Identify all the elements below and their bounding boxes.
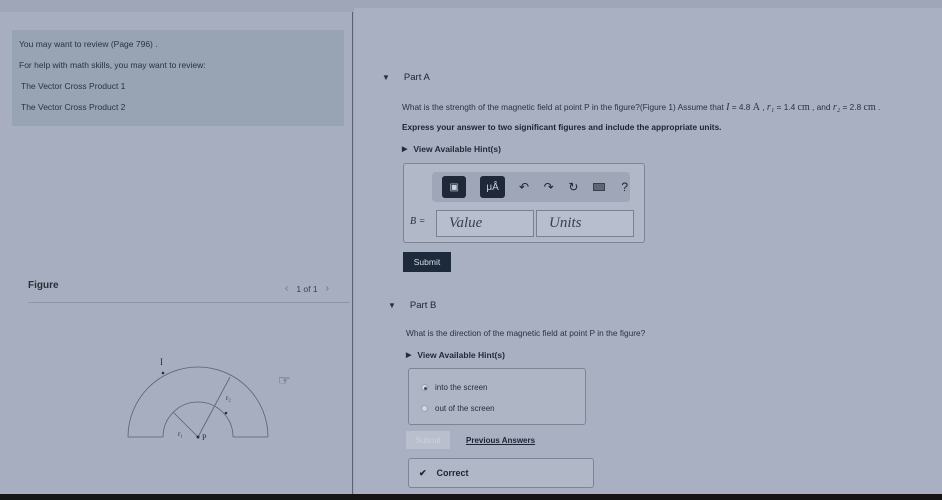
- option-out-of-screen[interactable]: out of the screen: [421, 404, 495, 413]
- help-icon[interactable]: ?: [619, 180, 630, 194]
- label-p: P: [202, 433, 207, 442]
- chevron-left-icon[interactable]: ‹: [285, 283, 288, 294]
- link-vector-cross-product-1[interactable]: The Vector Cross Product 1: [19, 80, 337, 101]
- label-current: I: [160, 357, 163, 367]
- part-a-instruction: Express your answer to two significant f…: [402, 122, 722, 132]
- math-help-text: For help with math skills, you may want …: [19, 60, 206, 70]
- current-arrow-outer: [161, 371, 165, 375]
- part-a-title: Part A: [403, 72, 430, 83]
- current-arrow-inner: [224, 411, 228, 415]
- part-a-header[interactable]: ▼ Part A: [382, 72, 430, 83]
- hint-label: View Available Hint(s): [417, 350, 505, 360]
- figure-divider: [28, 302, 350, 303]
- redo-icon[interactable]: ↷: [543, 180, 554, 194]
- right-panel: ▼ Part A What is the strength of the mag…: [354, 8, 942, 494]
- pager-count: 1 of 1: [296, 283, 318, 294]
- review-page-text: You may want to review (Page 796) .: [19, 39, 158, 49]
- link-vector-cross-product-2[interactable]: The Vector Cross Product 2: [19, 101, 337, 122]
- hand-cursor-icon: ☞: [278, 372, 291, 388]
- question-text: What is the strength of the magnetic fie…: [402, 102, 727, 112]
- caret-down-icon: ▼: [388, 301, 396, 310]
- val-r1: = 1.4: [774, 102, 798, 112]
- label-r1: r₁: [178, 430, 183, 438]
- r2-line: [197, 376, 231, 438]
- part-b-title: Part B: [409, 300, 437, 311]
- part-b-header[interactable]: ▼ Part B: [388, 300, 436, 311]
- units-button[interactable]: μÅ: [480, 176, 505, 198]
- val-i: = 4.8: [729, 102, 753, 112]
- part-a-hint-toggle[interactable]: ▶ View Available Hint(s): [402, 144, 501, 154]
- caret-right-icon: ▶: [402, 146, 408, 153]
- screen-bezel-bottom: [0, 494, 942, 500]
- unit-a: A: [752, 102, 760, 113]
- value-input[interactable]: Value: [436, 210, 534, 237]
- point-p: [196, 435, 200, 439]
- figure-pager: ‹ 1 of 1 ›: [285, 283, 329, 294]
- option-into-screen[interactable]: into the screen: [421, 383, 487, 392]
- inner-arc: [162, 401, 234, 438]
- part-a-question: What is the strength of the magnetic fie…: [402, 102, 880, 113]
- math-toolbar: ▣ μÅ ↶ ↷ ↻ ?: [432, 172, 630, 202]
- review-box: You may want to review (Page 796) . For …: [12, 30, 344, 126]
- result-label: Correct: [436, 468, 469, 478]
- option-label: into the screen: [435, 383, 488, 392]
- r1-line: [172, 411, 199, 438]
- unit-cm: cm: [797, 102, 810, 113]
- caret-down-icon: ▼: [382, 73, 390, 82]
- sep: , and: [809, 102, 833, 112]
- chevron-right-icon[interactable]: ›: [326, 283, 329, 294]
- hint-label: View Available Hint(s): [413, 144, 501, 154]
- radio-selected[interactable]: [421, 384, 428, 391]
- templates-icon[interactable]: ▣: [442, 176, 467, 198]
- answer-label: B =: [410, 216, 426, 227]
- option-label: out of the screen: [435, 404, 495, 413]
- radio-unselected[interactable]: [421, 405, 428, 412]
- checkmark-icon: ✔: [419, 467, 427, 478]
- val-r2: = 2.8: [840, 102, 864, 112]
- units-input[interactable]: Units: [536, 210, 634, 237]
- part-b-hint-toggle[interactable]: ▶ View Available Hint(s): [406, 350, 505, 360]
- label-r2: r₂: [226, 394, 231, 402]
- keyboard-icon[interactable]: [592, 183, 606, 191]
- previous-answers-link[interactable]: Previous Answers: [466, 436, 535, 445]
- unit-cm: cm: [863, 102, 876, 113]
- part-a-submit-button[interactable]: Submit: [403, 252, 451, 272]
- figure-diagram: I r₁ r₂ P: [127, 357, 269, 442]
- result-correct: ✔ Correct: [408, 458, 594, 488]
- answer-box: ▣ μÅ ↶ ↷ ↻ ? B = Value Units: [403, 163, 645, 243]
- caret-right-icon: ▶: [406, 352, 412, 359]
- part-b-question: What is the direction of the magnetic fi…: [406, 328, 646, 338]
- reset-icon[interactable]: ↻: [568, 180, 579, 194]
- choice-box: into the screen out of the screen: [408, 368, 586, 425]
- sep: ,: [759, 102, 767, 112]
- undo-icon[interactable]: ↶: [519, 180, 530, 194]
- end: .: [875, 102, 881, 112]
- part-b-submit-button: Submit: [406, 431, 450, 449]
